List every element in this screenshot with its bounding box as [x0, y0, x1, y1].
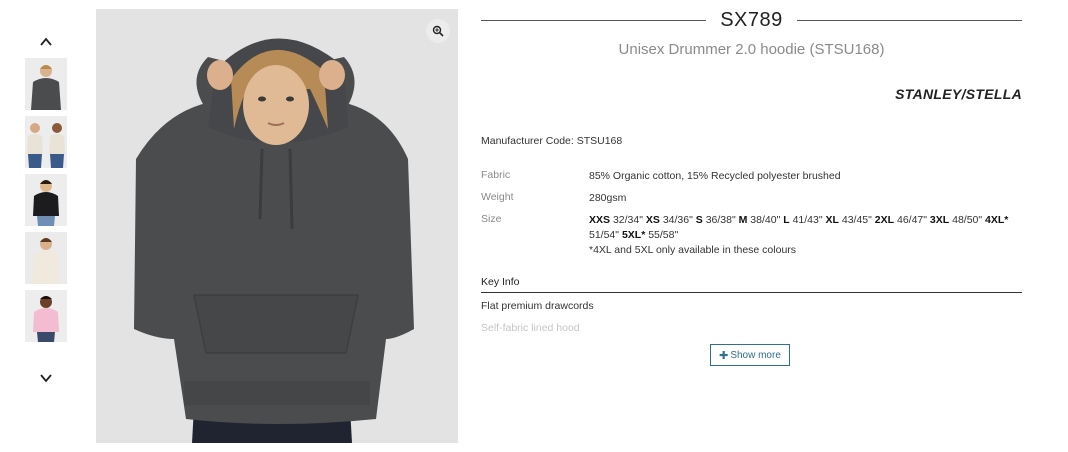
spec-value-size: XXS 32/34" XS 34/36" S 36/38" M 38/40" L… — [589, 213, 1022, 258]
key-info-item: Self-fabric lined hood — [481, 322, 580, 334]
spec-label-fabric: Fabric — [481, 169, 511, 181]
brand-logo: STANLEY/STELLA — [895, 86, 1022, 102]
thumbnail-2[interactable] — [25, 116, 67, 168]
zoom-in-icon[interactable] — [426, 19, 450, 43]
product-name: Unisex Drummer 2.0 hoodie (STSU168) — [618, 41, 885, 58]
thumbnail-rail — [24, 30, 68, 390]
chevron-down-icon[interactable] — [36, 368, 56, 388]
thumbnail-1[interactable] — [25, 58, 67, 110]
chevron-up-icon[interactable] — [36, 32, 56, 52]
thumbnail-3[interactable] — [25, 174, 67, 226]
spec-value-weight: 280gsm — [589, 192, 627, 204]
main-product-image[interactable] — [96, 9, 458, 443]
show-more-label: Show more — [730, 349, 781, 361]
size-list: XXS 32/34" XS 34/36" S 36/38" M 38/40" L… — [589, 214, 1009, 241]
thumbnail-4[interactable] — [25, 232, 67, 284]
spec-label-weight: Weight — [481, 191, 514, 203]
thumbnail-5[interactable] — [25, 290, 67, 342]
spec-value-fabric: 85% Organic cotton, 15% Recycled polyest… — [589, 170, 841, 182]
show-more-button[interactable]: ✚ Show more — [710, 344, 790, 366]
manufacturer-code: Manufacturer Code: STSU168 — [481, 135, 623, 147]
product-sku: SX789 — [720, 8, 783, 31]
size-note: *4XL and 5XL only available in these col… — [589, 244, 797, 256]
spec-label-size: Size — [481, 213, 502, 225]
key-info-item: Flat premium drawcords — [481, 300, 594, 312]
hoodie-model-photo — [96, 9, 458, 443]
plus-icon: ✚ — [719, 349, 729, 362]
title-divider-left — [481, 19, 707, 21]
key-info-heading: Key Info — [481, 276, 1022, 293]
title-row: SX789 — [481, 7, 1022, 33]
title-divider-right — [796, 19, 1022, 21]
